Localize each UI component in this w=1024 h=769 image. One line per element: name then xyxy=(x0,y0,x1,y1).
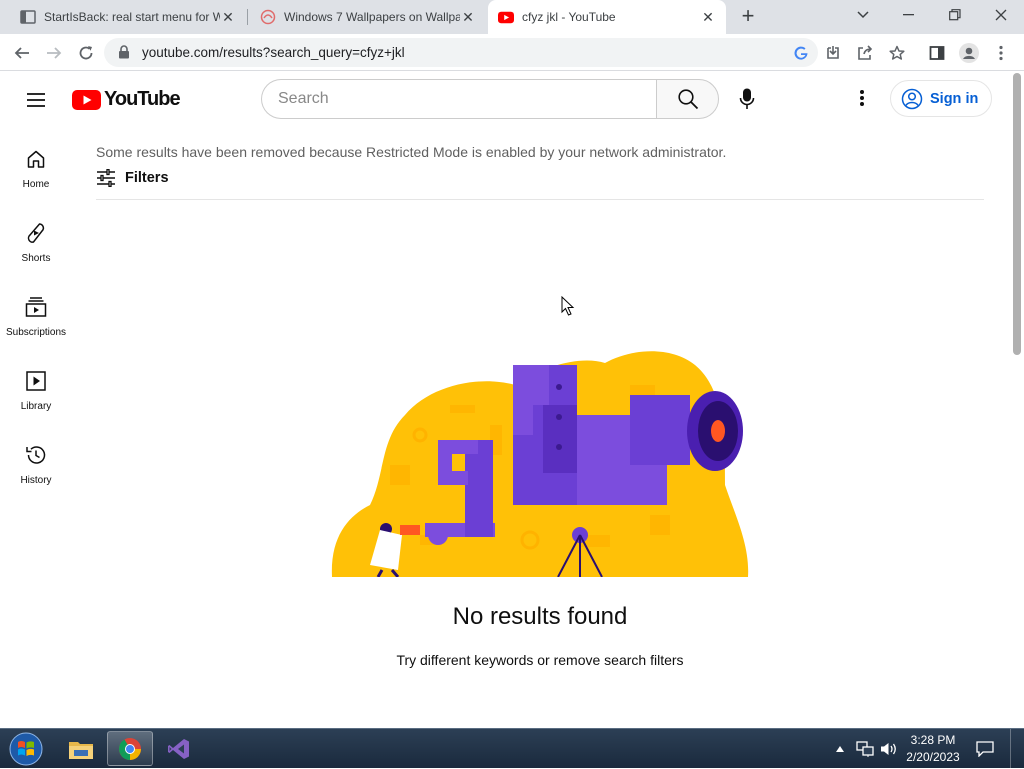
guide-item-history[interactable]: History xyxy=(0,437,72,511)
youtube-play-icon xyxy=(72,89,101,110)
taskbar-clock[interactable]: 3:28 PM 2/20/2023 xyxy=(900,732,966,766)
voice-search-button[interactable] xyxy=(727,79,767,119)
no-results-title: No results found xyxy=(452,603,628,630)
install-app-icon[interactable] xyxy=(820,40,846,66)
close-window-button[interactable] xyxy=(978,0,1024,30)
tab-separator xyxy=(247,9,248,25)
guide-item-label: Home xyxy=(22,179,50,190)
guide-item-label: Shorts xyxy=(21,253,51,264)
filters-button[interactable]: Filters xyxy=(96,169,169,187)
close-tab-icon[interactable]: ✕ xyxy=(460,9,476,25)
tab-wallpapers[interactable]: Windows 7 Wallpapers on Wallpa ✕ xyxy=(250,0,486,34)
youtube-page: YouTube Sign in Home Shorts xyxy=(0,71,1024,728)
tab-title: StartIsBack: real start menu for W xyxy=(44,10,220,24)
guide-item-home[interactable]: Home xyxy=(0,141,72,215)
restore-button[interactable] xyxy=(932,0,978,30)
clock-time: 3:28 PM xyxy=(910,733,956,747)
tab-strip: StartIsBack: real start menu for W ✕ Win… xyxy=(0,0,1024,34)
guide-item-label: Subscriptions xyxy=(5,327,67,338)
youtube-icon xyxy=(498,9,514,25)
search-input[interactable] xyxy=(262,80,657,118)
settings-more-icon[interactable] xyxy=(850,86,874,110)
show-desktop-button[interactable] xyxy=(1010,729,1024,769)
visual-studio-icon xyxy=(168,738,189,759)
guide-item-label: Library xyxy=(20,401,52,412)
guide-item-subscriptions[interactable]: Subscriptions xyxy=(0,289,72,363)
no-results-illustration xyxy=(330,345,750,578)
clock-date: 2/20/2023 xyxy=(906,750,960,764)
lock-icon[interactable] xyxy=(118,45,130,64)
history-icon xyxy=(24,443,48,467)
reload-button[interactable] xyxy=(73,40,99,66)
browser-toolbar: youtube.com/results?search_query=cfyz+jk… xyxy=(0,34,1024,71)
taskbar-explorer[interactable] xyxy=(58,731,104,766)
hamburger-menu-icon[interactable] xyxy=(24,88,48,112)
bookmark-star-icon[interactable] xyxy=(884,40,910,66)
filters-label: Filters xyxy=(125,170,169,186)
close-tab-icon[interactable]: ✕ xyxy=(220,9,236,25)
taskbar-chrome[interactable] xyxy=(107,731,153,766)
tab-youtube-active[interactable]: cfyz jkl - YouTube ✕ xyxy=(488,0,726,34)
mini-guide-sidebar: Home Shorts Subscriptions Library Histor… xyxy=(0,141,72,511)
page-scrollbar[interactable] xyxy=(1010,71,1024,728)
microphone-icon xyxy=(739,88,755,109)
wallpaper-icon xyxy=(260,9,276,25)
shorts-icon xyxy=(24,221,48,245)
sign-in-button[interactable]: Sign in xyxy=(890,80,992,117)
account-circle-icon xyxy=(901,88,923,110)
tab-startisback[interactable]: StartIsBack: real start menu for W ✕ xyxy=(10,0,246,34)
side-panel-icon[interactable] xyxy=(924,40,950,66)
url-text: youtube.com/results?search_query=cfyz+jk… xyxy=(142,45,405,60)
start-button[interactable] xyxy=(6,730,46,768)
youtube-logo[interactable]: YouTube xyxy=(72,88,181,111)
share-icon[interactable] xyxy=(852,40,878,66)
filter-sliders-icon xyxy=(96,169,116,187)
new-tab-button[interactable]: + xyxy=(736,5,760,28)
subscriptions-icon xyxy=(24,295,48,319)
scrollbar-thumb[interactable] xyxy=(1013,73,1021,355)
action-center-icon[interactable] xyxy=(972,729,998,769)
search-box[interactable] xyxy=(261,79,657,119)
sign-in-label: Sign in xyxy=(930,90,979,107)
home-icon xyxy=(24,147,48,171)
library-icon xyxy=(24,369,48,393)
windows-taskbar: 3:28 PM 2/20/2023 xyxy=(0,728,1024,769)
taskbar-visual-studio[interactable] xyxy=(156,731,202,766)
page-icon xyxy=(20,9,36,25)
address-bar[interactable]: youtube.com/results?search_query=cfyz+jk… xyxy=(104,38,818,67)
forward-button[interactable] xyxy=(41,40,67,66)
search-icon xyxy=(677,89,698,110)
tab-title: cfyz jkl - YouTube xyxy=(522,10,616,24)
chrome-menu-icon[interactable] xyxy=(988,40,1014,66)
mouse-cursor-icon xyxy=(561,295,575,321)
profile-avatar-icon[interactable] xyxy=(956,40,982,66)
back-button[interactable] xyxy=(9,40,35,66)
guide-item-library[interactable]: Library xyxy=(0,363,72,437)
windows-explorer-icon xyxy=(69,741,93,759)
google-lens-icon[interactable] xyxy=(788,40,814,66)
filters-divider xyxy=(96,199,984,200)
network-icon[interactable] xyxy=(854,729,876,769)
show-hidden-icons[interactable] xyxy=(832,729,848,769)
youtube-wordmark: YouTube xyxy=(104,88,181,110)
chrome-icon xyxy=(119,737,141,760)
volume-icon[interactable] xyxy=(878,729,900,769)
windows-orb-icon xyxy=(9,732,43,766)
close-tab-icon[interactable]: ✕ xyxy=(700,9,716,25)
restricted-mode-notice: Some results have been removed because R… xyxy=(96,144,727,160)
tab-search-icon[interactable] xyxy=(840,0,886,30)
guide-item-shorts[interactable]: Shorts xyxy=(0,215,72,289)
guide-item-label: History xyxy=(20,475,52,486)
no-results-hint: Try different keywords or remove search … xyxy=(396,652,684,668)
minimize-button[interactable] xyxy=(886,0,932,30)
search-button[interactable] xyxy=(656,79,719,119)
tab-title: Windows 7 Wallpapers on Wallpa xyxy=(284,10,460,24)
